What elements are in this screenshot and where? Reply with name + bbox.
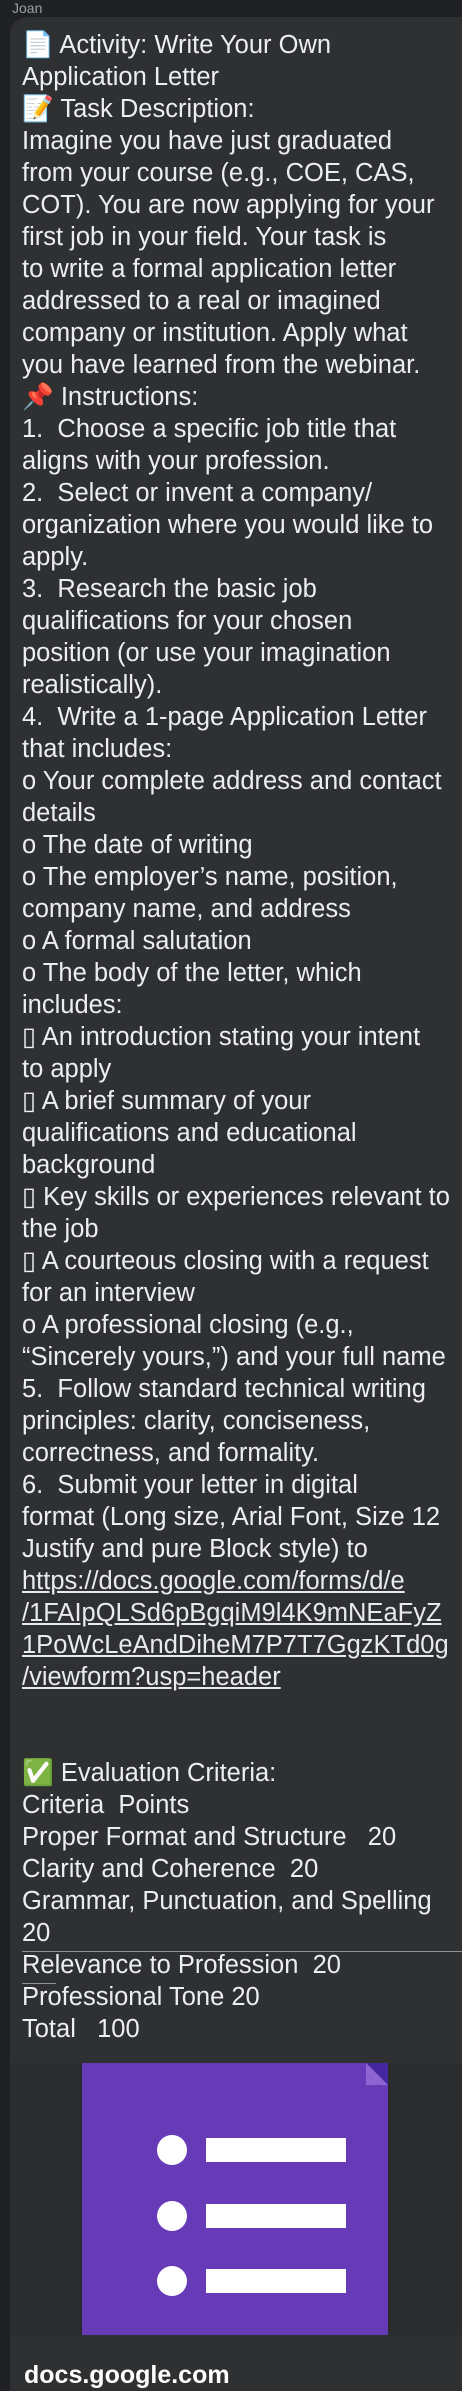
message-line: 5. Follow standard technical writing <box>22 1375 426 1403</box>
google-forms-icon <box>82 2063 388 2353</box>
message-line: aligns with your profession. <box>22 447 330 475</box>
message-line: realistically). <box>22 671 163 699</box>
divider-short <box>22 1983 56 1984</box>
link-preview-domain[interactable]: docs.google.com <box>24 2360 230 2390</box>
message-line: o Your complete address and contact <box>22 767 442 795</box>
message-line: addressed to a real or imagined <box>22 287 381 315</box>
message-line: 20 <box>22 1919 51 1947</box>
message-line: organization where you would like to <box>22 511 434 539</box>
message-line: you have learned from the webinar. <box>22 351 421 379</box>
message-line: 📝 Task Description: <box>22 95 255 123</box>
message-line: 2. Select or invent a company/ <box>22 479 373 507</box>
message-line: Imagine you have just graduated <box>22 127 392 155</box>
message-line: o The body of the letter, which <box>22 959 362 987</box>
message-line: 3. Research the basic job <box>22 575 317 603</box>
message-line: Professional Tone 20 <box>22 1983 260 2011</box>
message-line: ▯ A brief summary of your <box>22 1087 311 1115</box>
link-preview-image[interactable] <box>10 2063 462 2353</box>
message-line: Total 100 <box>22 2015 140 2043</box>
message-line: Justify and pure Block style) to <box>22 1535 368 1563</box>
message-line: ▯ A courteous closing with a request <box>22 1247 429 1275</box>
message-line: qualifications for your chosen <box>22 607 353 635</box>
message-line: 4. Write a 1-page Application Letter <box>22 703 427 731</box>
message-line: 📌 Instructions: <box>22 383 199 411</box>
message-line: Proper Format and Structure 20 <box>22 1823 397 1851</box>
message-line: 📄 Activity: Write Your Own <box>22 31 332 59</box>
message-text: 📄 Activity: Write Your Own Application Le… <box>22 29 462 2045</box>
message-line: to write a formal application letter <box>22 255 397 283</box>
message-line <box>22 1725 462 1757</box>
message-line: ▯ Key skills or experiences relevant to <box>22 1183 450 1211</box>
message-line: COT). You are now applying for your <box>22 191 435 219</box>
message-line: that includes: <box>22 735 173 763</box>
message-line <box>22 1693 462 1725</box>
message-line: “Sincerely yours,”) and your full name <box>22 1343 446 1371</box>
message-line: o A professional closing (e.g., <box>22 1311 354 1339</box>
message-link-line[interactable]: https://docs.google.com/forms/d/e <box>22 1565 462 1597</box>
message-line: from your course (e.g., COE, CAS, <box>22 159 415 187</box>
message-line: the job <box>22 1215 99 1243</box>
message-line: o The date of writing <box>22 831 253 859</box>
message-line: Grammar, Punctuation, and Spelling <box>22 1887 432 1915</box>
message-line: company name, and address <box>22 895 351 923</box>
message-bubble[interactable]: 📄 Activity: Write Your Own Application Le… <box>10 17 462 2391</box>
message-line: apply. <box>22 543 89 571</box>
message-line: format (Long size, Arial Font, Size 12 <box>22 1503 441 1531</box>
message-line: first job in your field. Your task is <box>22 223 387 251</box>
message-line: Clarity and Coherence 20 <box>22 1855 319 1883</box>
sender-name: Joan <box>12 0 43 16</box>
message-line: Relevance to Profession 20 <box>22 1951 341 1979</box>
message-line: to apply <box>22 1055 112 1083</box>
message-line: background <box>22 1151 156 1179</box>
message-line: o A formal salutation <box>22 927 252 955</box>
message-link-line[interactable]: /viewform?usp=header <box>22 1661 462 1693</box>
message-line: principles: clarity, conciseness, <box>22 1407 371 1435</box>
message-line: position (or use your imagination <box>22 639 391 667</box>
message-line: includes: <box>22 991 123 1019</box>
message-link-line[interactable]: 1PoWcLeAndDiheM7P7T7GgzKTd0g <box>22 1629 462 1661</box>
message-line: 1. Choose a specific job title that <box>22 415 397 443</box>
message-line: ▯ An introduction stating your intent <box>22 1023 421 1051</box>
divider-line <box>22 1951 462 1952</box>
message-link-line[interactable]: /1FAIpQLSd6pBgqiM9l4K9mNEaFyZ <box>22 1597 462 1629</box>
message-line: details <box>22 799 96 827</box>
message-line: company or institution. Apply what <box>22 319 408 347</box>
message-line: o The employer’s name, position, <box>22 863 398 891</box>
message-line: Criteria Points <box>22 1791 190 1819</box>
message-line: qualifications and educational <box>22 1119 357 1147</box>
message-line: for an interview <box>22 1279 195 1307</box>
message-line: correctness, and formality. <box>22 1439 320 1467</box>
message-line: Application Letter <box>22 63 220 91</box>
message-line: ✅ Evaluation Criteria: <box>22 1759 277 1787</box>
message-line: 6. Submit your letter in digital <box>22 1471 358 1499</box>
